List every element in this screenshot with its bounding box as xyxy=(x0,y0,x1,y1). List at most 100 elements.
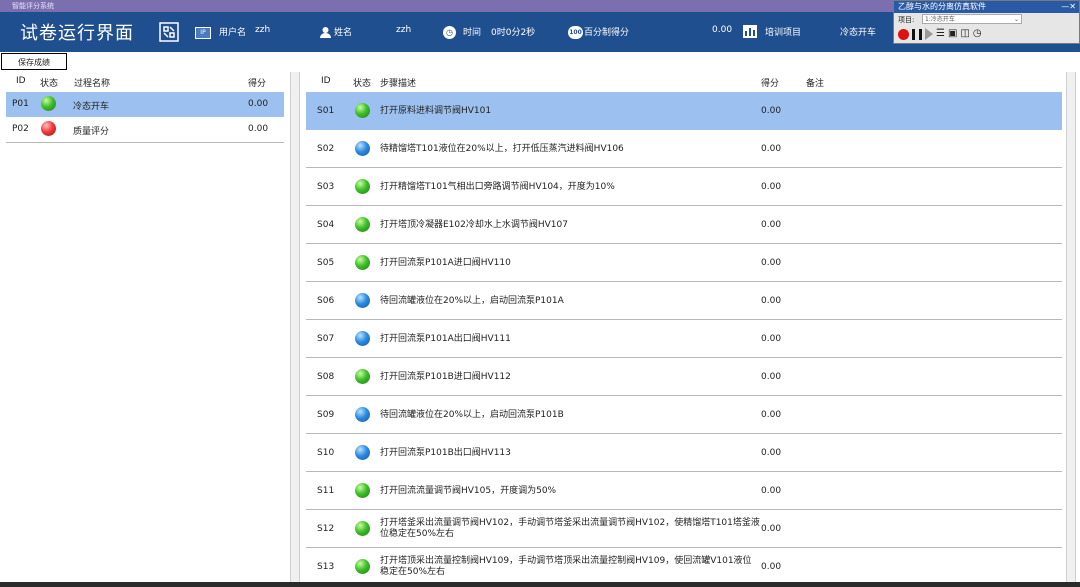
step-row[interactable]: S08 打开回流泵P101B进口阀HV112 0.00 xyxy=(306,358,1062,396)
step-row[interactable]: S03 打开精馏塔T101气相出口旁路调节阀HV104，开度为10% 0.00 xyxy=(306,168,1062,206)
clock-icon: ◷ xyxy=(443,26,456,39)
process-score: 0.00 xyxy=(248,124,269,134)
percent-score-label: 百分制得分 xyxy=(584,28,630,38)
step-score: 0.00 xyxy=(761,334,782,344)
step-row[interactable]: S12 打开塔釜采出流量调节阀HV102，手动调节塔釜采出流量调节阀HV102，使… xyxy=(306,510,1062,548)
save-score-button[interactable]: 保存成绩 xyxy=(1,53,67,70)
step-row[interactable]: S05 打开回流泵P101A进口阀HV110 0.00 xyxy=(306,244,1062,282)
step-score: 0.00 xyxy=(761,220,782,230)
step-id: S06 xyxy=(317,296,335,306)
step-description: 待精馏塔T101液位在20%以上，打开低压蒸汽进料阀HV106 xyxy=(380,144,624,154)
col-desc: 步骤描述 xyxy=(380,79,417,89)
percent-score-value: 0.00 xyxy=(712,25,733,35)
status-green-icon xyxy=(355,179,370,194)
process-name: 冷态开车 xyxy=(73,102,110,112)
status-blue-icon xyxy=(355,331,370,346)
step-id: S08 xyxy=(317,372,335,382)
step-row[interactable]: S01 打开原料进料调节阀HV101 0.00 xyxy=(306,92,1062,130)
step-id: S07 xyxy=(317,334,335,344)
play-icon[interactable] xyxy=(925,28,933,40)
step-table: ID 状态 步骤描述 得分 备注 S01 打开原料进料调节阀HV101 0.00 S0… xyxy=(306,72,1062,587)
col-status: 状态 xyxy=(353,79,372,89)
step-row[interactable]: S07 打开回流泵P101A出口阀HV111 0.00 xyxy=(306,320,1062,358)
col-score: 得分 xyxy=(761,79,780,89)
status-red-icon xyxy=(41,121,56,136)
process-table: ID 状态 过程名称 得分 P01 冷态开车 0.00 P02 质量评分 0.0… xyxy=(6,72,284,587)
step-description: 打开精馏塔T101气相出口旁路调节阀HV104，开度为10% xyxy=(380,182,615,192)
simulator-window-controls[interactable]: —✕ xyxy=(1061,1,1076,13)
col-id: ID xyxy=(16,76,26,86)
pause-icon[interactable] xyxy=(912,28,922,40)
training-label: 培训项目 xyxy=(765,28,802,38)
name-label: 姓名 xyxy=(334,28,353,38)
step-id: S05 xyxy=(317,258,335,268)
step-description: 待回流罐液位在20%以上，启动回流泵P101B xyxy=(380,410,564,420)
col-score: 得分 xyxy=(248,79,267,89)
step-id: S13 xyxy=(317,562,335,572)
status-green-icon xyxy=(355,103,370,118)
process-name: 质量评分 xyxy=(73,127,110,137)
chart-icon[interactable]: ▣ xyxy=(948,28,957,40)
step-score: 0.00 xyxy=(761,562,782,572)
status-green-icon xyxy=(355,217,370,232)
step-score: 0.00 xyxy=(761,486,782,496)
step-score: 0.00 xyxy=(761,296,782,306)
process-id: P01 xyxy=(12,99,29,109)
step-description: 待回流罐液位在20%以上，启动回流泵P101A xyxy=(380,296,564,306)
training-value: 冷态开车 xyxy=(840,28,877,38)
status-green-icon xyxy=(355,369,370,384)
step-row[interactable]: S06 待回流罐液位在20%以上，启动回流泵P101A 0.00 xyxy=(306,282,1062,320)
step-id: S09 xyxy=(317,410,335,420)
col-id: ID xyxy=(321,76,331,86)
username-label: 用户名 xyxy=(219,28,247,38)
step-row[interactable]: S11 打开回流流量调节阀HV105，开度调为50% 0.00 xyxy=(306,472,1062,510)
process-table-header: ID 状态 过程名称 得分 xyxy=(6,72,284,92)
simulator-titlebar: 乙醇与水的分离仿真软件 —✕ xyxy=(894,1,1079,13)
step-rows: S01 打开原料进料调节阀HV101 0.00 S02 待精馏塔T101液位在20%以上… xyxy=(306,92,1062,586)
step-table-header: ID 状态 步骤描述 得分 备注 xyxy=(306,72,1062,92)
taskbar xyxy=(0,582,1080,587)
right-scrollbar[interactable] xyxy=(1066,72,1076,587)
step-description: 打开回流泵P101A进口阀HV110 xyxy=(380,258,511,268)
clock-icon[interactable]: ◷ xyxy=(973,28,982,40)
status-blue-icon xyxy=(355,407,370,422)
process-row[interactable]: P01 冷态开车 0.00 xyxy=(6,92,284,117)
step-description: 打开塔釜采出流量调节阀HV102，手动调节塔釜采出流量调节阀HV102，使精馏塔… xyxy=(380,518,760,539)
col-note: 备注 xyxy=(806,79,825,89)
step-score: 0.00 xyxy=(761,258,782,268)
status-green-icon xyxy=(355,559,370,574)
step-id: S11 xyxy=(317,486,335,496)
step-score: 0.00 xyxy=(761,182,782,192)
step-score: 0.00 xyxy=(761,372,782,382)
step-row[interactable]: S04 打开塔顶冷凝器E102冷却水上水调节阀HV107 0.00 xyxy=(306,206,1062,244)
step-id: S10 xyxy=(317,448,335,458)
step-description: 打开塔顶冷凝器E102冷却水上水调节阀HV107 xyxy=(380,220,568,230)
step-score: 0.00 xyxy=(761,524,782,534)
simulator-toolbar: ☰ ▣ ◫ ◷ xyxy=(898,27,982,41)
time-label: 时间 xyxy=(463,28,482,38)
ip-icon: IP xyxy=(195,27,211,39)
window-title: 智能评分系统 xyxy=(12,2,54,10)
step-row[interactable]: S09 待回流罐液位在20%以上，启动回流泵P101B 0.00 xyxy=(306,396,1062,434)
name-value: zzh xyxy=(396,25,412,35)
left-scrollbar[interactable] xyxy=(290,72,300,587)
list-icon[interactable]: ☰ xyxy=(936,28,945,40)
status-blue-icon xyxy=(355,293,370,308)
step-id: S01 xyxy=(317,106,335,116)
step-description: 打开回流泵P101B进口阀HV112 xyxy=(380,372,511,382)
process-row[interactable]: P02 质量评分 0.00 xyxy=(6,117,284,143)
step-description: 打开塔顶采出流量控制阀HV109，手动调节塔顶采出流量控制阀HV109，使回流罐… xyxy=(380,556,752,577)
step-score: 0.00 xyxy=(761,410,782,420)
record-icon[interactable] xyxy=(898,28,909,40)
status-green-icon xyxy=(355,521,370,536)
step-id: S02 xyxy=(317,144,335,154)
chevron-down-icon: ⌄ xyxy=(1013,16,1019,23)
step-row[interactable]: S02 待精馏塔T101液位在20%以上，打开低压蒸汽进料阀HV106 0.00 xyxy=(306,130,1062,168)
step-id: S03 xyxy=(317,182,335,192)
user-icon xyxy=(319,26,332,39)
step-row[interactable]: S13 打开塔顶采出流量控制阀HV109，手动调节塔顶采出流量控制阀HV109，使… xyxy=(306,548,1062,586)
project-select[interactable]: 1:冷态开车 ⌄ xyxy=(922,14,1022,24)
step-row[interactable]: S10 打开回流泵P101B出口阀HV113 0.00 xyxy=(306,434,1062,472)
camera-icon[interactable]: ◫ xyxy=(960,28,969,40)
time-value: 0时0分2秒 xyxy=(491,28,536,38)
